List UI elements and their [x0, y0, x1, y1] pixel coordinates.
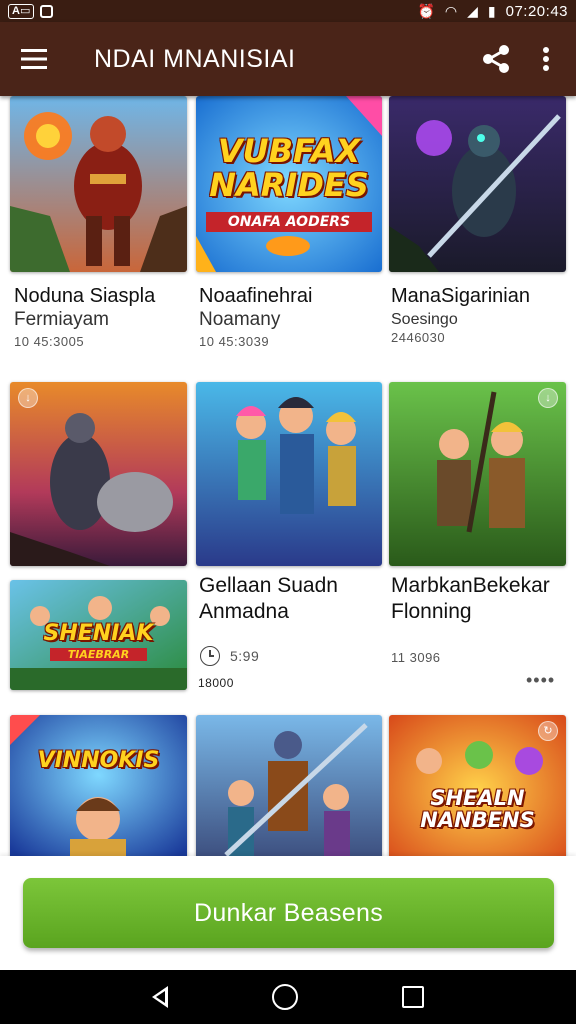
status-bar: A▭ ⏰ ◠ ◢ ▮ 07:20:43	[0, 0, 576, 22]
card-meta: 2446030	[391, 330, 446, 345]
card-title: MarbkanBekekar	[391, 574, 550, 597]
clock-icon	[200, 646, 220, 666]
card-meta: 5:99	[230, 648, 260, 664]
signal-icon: ◢	[467, 2, 478, 19]
card-subtitle: Anmadna	[199, 600, 289, 623]
back-icon[interactable]	[152, 986, 168, 1008]
share-icon	[483, 45, 509, 73]
system-nav-bar	[0, 970, 576, 1024]
app-title: NDAI MNANISIAI	[94, 44, 296, 73]
download-badge-icon: ↓	[18, 388, 38, 408]
game-thumbnail-9[interactable]	[196, 715, 382, 856]
card-meta-secondary: 18000	[198, 676, 234, 690]
notification-chip-label: A	[12, 4, 20, 17]
game-thumbnail-6[interactable]: ↓	[389, 382, 566, 566]
hamburger-icon	[21, 49, 47, 69]
wifi-icon: ◠	[444, 2, 458, 19]
art-banner: TIAEBRAR	[50, 648, 147, 661]
card-title: ManaSigarinian	[391, 285, 530, 307]
notification-icon	[40, 4, 54, 18]
art-title-line2: NANBENS	[420, 808, 535, 832]
notification-app-icon: A▭	[8, 3, 35, 19]
game-thumbnail-7[interactable]: SHENIAK TIAEBRAR	[10, 580, 187, 690]
refresh-badge-icon: ↻	[538, 721, 558, 741]
more-options-button[interactable]	[524, 22, 568, 96]
card-title: Noduna Siaspla	[14, 285, 156, 307]
card-more-button[interactable]: ••••	[526, 670, 555, 691]
game-thumbnail-10[interactable]: ↻ SHEALN NANBENS	[389, 715, 566, 856]
card-meta: 10 45:3039	[199, 334, 270, 349]
game-thumbnail-5[interactable]	[196, 382, 382, 566]
card-title: Gellaan Suadn	[199, 574, 338, 597]
status-time: 07:20:43	[505, 2, 568, 20]
game-thumbnail-4[interactable]: ↓	[10, 382, 187, 566]
share-button[interactable]	[468, 22, 524, 96]
card-subtitle: Noamany	[199, 309, 281, 330]
game-thumbnail-8[interactable]: VINNOKIS	[10, 715, 187, 856]
art-title-line1: SHEALN	[430, 786, 525, 810]
more-vert-icon	[543, 47, 549, 71]
art-title-line2: NARIDES	[209, 166, 369, 204]
primary-action-button[interactable]: Dunkar Beasens	[23, 878, 554, 948]
card-meta: 11 3096	[391, 650, 441, 665]
game-grid: VUBFAX NARIDES ONAFA AODERS Noduna Siasp…	[0, 96, 576, 856]
art-title: VINNOKIS	[37, 748, 160, 773]
alarm-icon: ⏰	[417, 2, 435, 19]
home-icon[interactable]	[272, 984, 298, 1010]
recents-icon[interactable]	[402, 986, 424, 1008]
art-title-line1: SHENIAK	[43, 621, 154, 646]
bottom-action-area: Dunkar Beasens	[0, 856, 576, 970]
art-title-line1: VUBFAX	[217, 132, 361, 170]
app-bar: NDAI MNANISIAI	[0, 22, 576, 96]
art-banner: ONAFA AODERS	[206, 212, 372, 232]
card-meta: 10 45:3005	[14, 334, 85, 349]
battery-icon: ▮	[487, 2, 496, 19]
game-thumbnail-2[interactable]: VUBFAX NARIDES ONAFA AODERS	[196, 96, 382, 272]
game-thumbnail-1[interactable]	[10, 96, 187, 272]
card-subtitle: Soesingo	[391, 311, 458, 328]
game-thumbnail-3[interactable]	[389, 96, 566, 272]
menu-button[interactable]	[0, 22, 68, 96]
card-title: Noaafinehrai	[199, 285, 313, 307]
download-badge-icon: ↓	[538, 388, 558, 408]
card-subtitle: Flonning	[391, 600, 472, 623]
card-subtitle: Fermiayam	[14, 309, 110, 330]
